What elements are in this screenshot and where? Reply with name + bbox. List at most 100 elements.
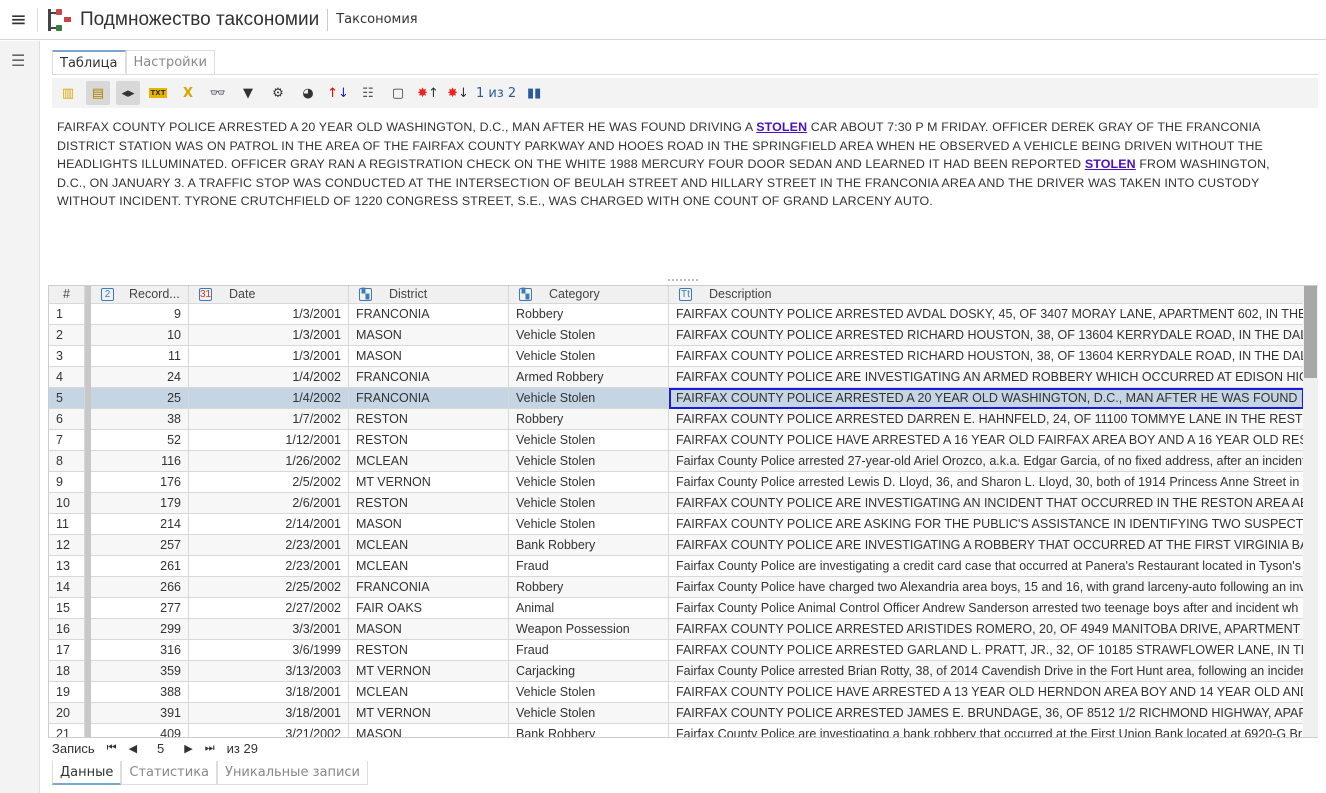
row-index[interactable]: 11 bbox=[49, 514, 85, 535]
table-row[interactable]: 12 257 2/23/2001 MCLEAN Bank Robbery FAIRFAX … bbox=[49, 535, 1304, 556]
category-cell[interactable]: Vehicle Stolen bbox=[509, 430, 669, 451]
row-index[interactable]: 16 bbox=[49, 619, 85, 640]
category-cell[interactable]: Robbery bbox=[509, 577, 669, 598]
last-record-icon[interactable]: ⏭ bbox=[205, 742, 215, 755]
binoculars-icon[interactable]: 👓 bbox=[206, 81, 230, 105]
description-cell[interactable]: FAIRFAX COUNTY POLICE HAVE ARRESTED A 16… bbox=[669, 430, 1304, 451]
tab-unique-records[interactable]: Уникальные записи bbox=[217, 761, 368, 785]
date-cell[interactable]: 3/18/2001 bbox=[189, 703, 349, 724]
table-row[interactable]: 16 299 3/3/2001 MASON Weapon Possession FAIRF… bbox=[49, 619, 1304, 640]
date-cell[interactable]: 3/6/1999 bbox=[189, 640, 349, 661]
row-index[interactable]: 19 bbox=[49, 682, 85, 703]
record-cell[interactable]: 179 bbox=[91, 493, 189, 514]
previous-record-icon[interactable]: ◀ bbox=[129, 742, 137, 755]
row-index[interactable]: 13 bbox=[49, 556, 85, 577]
description-cell[interactable]: FAIRFAX COUNTY POLICE ARRESTED DARREN E.… bbox=[669, 409, 1304, 430]
date-cell[interactable]: 2/27/2002 bbox=[189, 598, 349, 619]
record-cell[interactable]: 214 bbox=[91, 514, 189, 535]
record-cell[interactable]: 116 bbox=[91, 451, 189, 472]
record-cell[interactable]: 391 bbox=[91, 703, 189, 724]
date-cell[interactable]: 3/21/2002 bbox=[189, 724, 349, 737]
resize-columns-icon[interactable]: ◂▸ bbox=[116, 81, 140, 105]
row-index[interactable]: 20 bbox=[49, 703, 85, 724]
settings-gear-icon[interactable]: ⚙ bbox=[266, 81, 290, 105]
note-icon[interactable]: ▢ bbox=[386, 81, 410, 105]
highlight-link[interactable]: STOLEN bbox=[1085, 157, 1136, 171]
date-cell[interactable]: 1/3/2001 bbox=[189, 346, 349, 367]
record-cell[interactable]: 25 bbox=[91, 388, 189, 409]
next-record-icon[interactable]: ▶ bbox=[184, 742, 192, 755]
txt-icon[interactable]: TXT bbox=[146, 81, 170, 105]
breadcrumb[interactable]: Таксономия bbox=[327, 8, 418, 31]
date-cell[interactable]: 1/3/2001 bbox=[189, 325, 349, 346]
category-cell[interactable]: Vehicle Stolen bbox=[509, 472, 669, 493]
highlight-up-icon[interactable]: ✸ ↑ bbox=[416, 81, 440, 105]
row-index[interactable]: 7 bbox=[49, 430, 85, 451]
grid-view-icon[interactable]: ▤ bbox=[86, 81, 110, 105]
description-cell[interactable]: Fairfax County Police arrested 27-year-o… bbox=[669, 451, 1304, 472]
table-row[interactable]: 11 214 2/14/2001 MASON Vehicle Stolen FAIRFAX… bbox=[49, 514, 1304, 535]
tab-statistics[interactable]: Статистика bbox=[121, 761, 218, 785]
current-record[interactable]: 5 bbox=[149, 741, 172, 756]
category-cell[interactable]: Vehicle Stolen bbox=[509, 514, 669, 535]
record-cell[interactable]: 359 bbox=[91, 661, 189, 682]
sort-icon[interactable]: ↑ ↓ bbox=[326, 81, 350, 105]
description-cell[interactable]: FAIRFAX COUNTY POLICE ARRESTED A 20 YEAR… bbox=[669, 388, 1304, 409]
scrollbar-thumb[interactable] bbox=[1304, 286, 1317, 378]
date-cell[interactable]: 1/4/2002 bbox=[189, 367, 349, 388]
description-cell[interactable]: FAIRFAX COUNTY POLICE ARRESTED GARLAND L… bbox=[669, 640, 1304, 661]
category-cell[interactable]: Vehicle Stolen bbox=[509, 682, 669, 703]
row-index[interactable]: 5 bbox=[49, 388, 85, 409]
category-cell[interactable]: Robbery bbox=[509, 409, 669, 430]
record-cell[interactable]: 261 bbox=[91, 556, 189, 577]
category-cell[interactable]: Vehicle Stolen bbox=[509, 451, 669, 472]
category-cell[interactable]: Vehicle Stolen bbox=[509, 703, 669, 724]
column-header-index[interactable]: # bbox=[49, 286, 85, 304]
record-cell[interactable]: 316 bbox=[91, 640, 189, 661]
record-cell[interactable]: 266 bbox=[91, 577, 189, 598]
district-cell[interactable]: MCLEAN bbox=[349, 451, 509, 472]
record-cell[interactable]: 409 bbox=[91, 724, 189, 737]
date-cell[interactable]: 1/7/2002 bbox=[189, 409, 349, 430]
row-index[interactable]: 18 bbox=[49, 661, 85, 682]
filter-icon[interactable]: ▼ bbox=[236, 81, 260, 105]
row-index[interactable]: 12 bbox=[49, 535, 85, 556]
category-cell[interactable]: Bank Robbery bbox=[509, 535, 669, 556]
category-cell[interactable]: Bank Robbery bbox=[509, 724, 669, 737]
description-cell[interactable]: Fairfax County Police are investigating … bbox=[669, 556, 1304, 577]
category-cell[interactable]: Vehicle Stolen bbox=[509, 346, 669, 367]
description-cell[interactable]: FAIRFAX COUNTY POLICE ARE INVESTIGATING … bbox=[669, 367, 1304, 388]
row-index[interactable]: 4 bbox=[49, 367, 85, 388]
district-cell[interactable]: MASON bbox=[349, 325, 509, 346]
district-cell[interactable]: MASON bbox=[349, 346, 509, 367]
district-cell[interactable]: MCLEAN bbox=[349, 682, 509, 703]
date-cell[interactable]: 1/26/2002 bbox=[189, 451, 349, 472]
tab-settings[interactable]: Настройки bbox=[125, 50, 215, 74]
record-cell[interactable]: 11 bbox=[91, 346, 189, 367]
columns-icon[interactable]: ▥ bbox=[56, 81, 80, 105]
district-cell[interactable]: RESTON bbox=[349, 493, 509, 514]
column-header-category[interactable]: ▚ Category bbox=[509, 286, 669, 304]
description-cell[interactable]: Fairfax County Police have charged two A… bbox=[669, 577, 1304, 598]
description-cell[interactable]: FAIRFAX COUNTY POLICE ARE INVESTIGATING … bbox=[669, 535, 1304, 556]
row-index[interactable]: 1 bbox=[49, 304, 85, 325]
description-cell[interactable]: FAIRFAX COUNTY POLICE ARE INVESTIGATING … bbox=[669, 493, 1304, 514]
table-row[interactable]: 21 409 3/21/2002 MASON Bank Robbery Fairfax C… bbox=[49, 724, 1304, 737]
record-cell[interactable]: 388 bbox=[91, 682, 189, 703]
category-cell[interactable]: Robbery bbox=[509, 304, 669, 325]
record-cell[interactable]: 9 bbox=[91, 304, 189, 325]
hamburger-menu-icon[interactable]: ≡ bbox=[0, 7, 38, 32]
date-cell[interactable]: 1/3/2001 bbox=[189, 304, 349, 325]
table-row[interactable]: 5 25 1/4/2002 FRANCONIA Vehicle Stolen FAIRFA… bbox=[49, 388, 1304, 409]
district-cell[interactable]: MASON bbox=[349, 514, 509, 535]
category-cell[interactable]: Fraud bbox=[509, 640, 669, 661]
table-row[interactable]: 9 176 2/5/2002 MT VERNON Vehicle Stolen Fairf… bbox=[49, 472, 1304, 493]
row-index[interactable]: 15 bbox=[49, 598, 85, 619]
column-header-description[interactable]: Tt Description bbox=[669, 286, 1304, 304]
table-row[interactable]: 15 277 2/27/2002 FAIR OAKS Animal Fairfax Cou… bbox=[49, 598, 1304, 619]
column-header-record[interactable]: 2 Record... bbox=[91, 286, 189, 304]
record-cell[interactable]: 257 bbox=[91, 535, 189, 556]
district-cell[interactable]: RESTON bbox=[349, 640, 509, 661]
description-cell[interactable]: Fairfax County Police arrested Lewis D. … bbox=[669, 472, 1304, 493]
table-row[interactable]: 14 266 2/25/2002 FRANCONIA Robbery Fairfax Co… bbox=[49, 577, 1304, 598]
